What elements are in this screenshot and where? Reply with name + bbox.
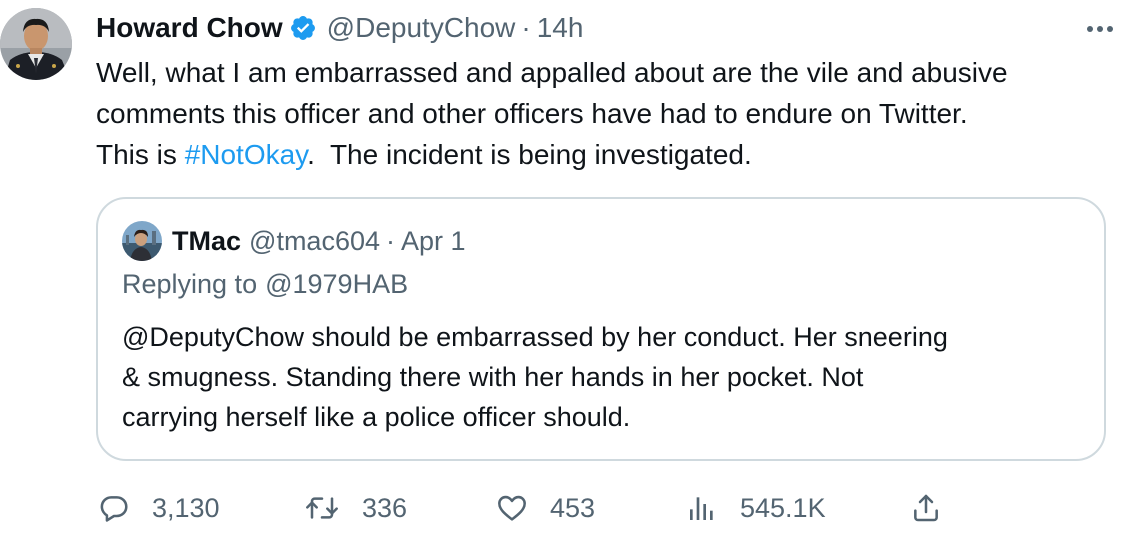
author-handle[interactable]: @DeputyChow (327, 12, 516, 44)
replying-to-label: Replying to (122, 269, 258, 299)
share-button[interactable] (910, 488, 942, 528)
quoted-tweet-date[interactable]: Apr 1 (401, 226, 466, 257)
verified-badge-icon (289, 14, 317, 42)
quoted-tweet-header: TMac @tmac604 · Apr 1 (122, 221, 466, 261)
tweet-text-line: Well, what I am embarrassed and appalled… (96, 57, 1008, 88)
views-count: 545.1K (740, 492, 826, 523)
like-count: 453 (550, 492, 596, 523)
tweet-actions: 3,130 336 453 545.1K (98, 488, 1058, 528)
quoted-header-separator: · (386, 225, 395, 256)
tweet-timestamp[interactable]: 14h (537, 12, 584, 44)
quoted-tweet[interactable]: TMac @tmac604 · Apr 1 Replying to @1979HA… (96, 197, 1106, 461)
quoted-author-display-name[interactable]: TMac (172, 226, 241, 257)
heart-icon (496, 492, 528, 524)
tweet-text-line: This is #NotOkay. The incident is being … (96, 134, 1116, 175)
retweet-icon (304, 492, 340, 524)
replying-to-handle[interactable]: @1979HAB (265, 269, 408, 299)
reply-button[interactable]: 3,130 (98, 488, 220, 528)
tweet-text-fragment: This is (96, 139, 185, 170)
views-icon (686, 492, 718, 524)
quoted-author-avatar[interactable] (122, 221, 162, 261)
quoted-text-line: & smugness. Standing there with her hand… (122, 362, 864, 392)
retweet-count: 336 (362, 492, 408, 523)
replying-to: Replying to @1979HAB (122, 269, 408, 300)
more-options-icon[interactable] (1086, 22, 1114, 34)
retweet-button[interactable]: 336 (304, 488, 407, 528)
views-button[interactable]: 545.1K (686, 488, 826, 528)
like-button[interactable]: 453 (496, 488, 595, 528)
quoted-author-handle[interactable]: @tmac604 (249, 226, 380, 257)
author-display-name[interactable]: Howard Chow (96, 12, 283, 44)
quoted-tweet-text: @DeputyChow should be embarrassed by her… (122, 317, 1082, 437)
hashtag-link[interactable]: #NotOkay (185, 139, 307, 170)
tweet-text-line: comments this officer and other officers… (96, 98, 968, 129)
header-separator: · (521, 12, 531, 43)
tweet: Howard Chow @DeputyChow · 14h Well, what… (0, 0, 1132, 544)
tweet-text: Well, what I am embarrassed and appalled… (96, 52, 1116, 175)
author-avatar[interactable] (0, 8, 72, 104)
tweet-header: Howard Chow @DeputyChow · 14h (96, 8, 583, 48)
reply-icon (98, 492, 130, 524)
share-icon (910, 492, 942, 524)
quoted-text-line: @DeputyChow should be embarrassed by her… (122, 322, 948, 352)
tweet-text-fragment: . The incident is being investigated. (307, 139, 752, 170)
reply-count: 3,130 (152, 492, 220, 523)
quoted-text-line: carrying herself like a police officer s… (122, 402, 631, 432)
